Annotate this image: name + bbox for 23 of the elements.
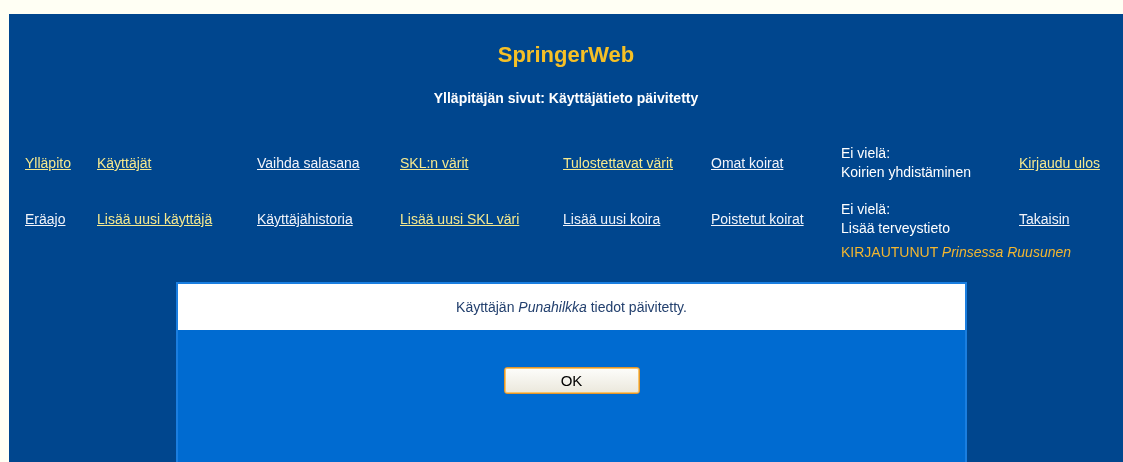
nav-link[interactable]: Omat koirat — [711, 155, 784, 171]
note-text: Ei vielä: — [841, 200, 891, 219]
nav-link[interactable]: Ylläpito — [25, 155, 71, 171]
nav-link[interactable]: Takaisin — [1019, 211, 1070, 227]
page-subtitle: Ylläpitäjän sivut: Käyttäjätieto päivitetty — [432, 90, 700, 106]
note-text: Koirien yhdistäminen — [841, 163, 971, 182]
nav-link[interactable]: SKL:n värit — [400, 155, 469, 171]
nav-link[interactable]: Lisää uusi SKL väri — [400, 211, 520, 227]
ok-button[interactable]: OK — [503, 367, 640, 394]
message-text: Käyttäjän Punahilkka tiedot päivitetty. — [456, 299, 687, 315]
nav-link[interactable]: Lisää uusi käyttäjä — [97, 211, 213, 227]
nav-link[interactable]: Käyttäjät — [97, 155, 152, 171]
nav-link[interactable]: Poistetut koirat — [711, 211, 804, 227]
site-title: SpringerWeb — [496, 42, 636, 68]
nav-link[interactable]: Käyttäjähistoria — [257, 211, 353, 227]
nav-link[interactable]: Vaihda salasana — [257, 155, 360, 171]
nav-link[interactable]: Eräajo — [25, 211, 66, 227]
note-text: Lisää terveystieto — [841, 219, 950, 238]
login-status: KIRJAUTUNUT Prinsessa Ruusunen — [841, 244, 1072, 260]
nav-link[interactable]: Kirjaudu ulos — [1019, 155, 1100, 171]
nav-link[interactable]: Tulostettavat värit — [563, 155, 673, 171]
note-text: Ei vielä: — [841, 144, 891, 163]
nav-link[interactable]: Lisää uusi koira — [563, 211, 661, 227]
